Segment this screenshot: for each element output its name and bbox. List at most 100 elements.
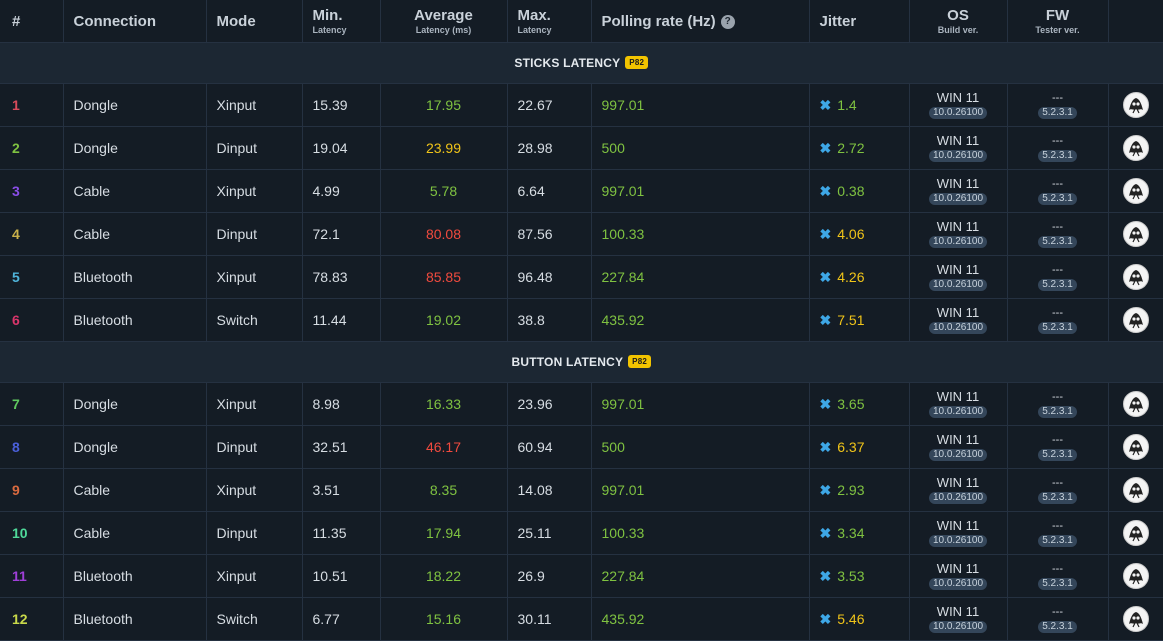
col-header-fw[interactable]: FW Tester ver.	[1007, 0, 1109, 43]
avatar-cell	[1108, 212, 1163, 256]
section-title: STICKS LATENCY	[514, 55, 621, 70]
tester-avatar-icon[interactable]	[1122, 606, 1149, 632]
jitter-value: 7.51	[837, 311, 865, 328]
connection-cell: Cable	[63, 169, 207, 213]
table-row[interactable]: 4 Cable Dinput 72.1 80.08 87.56 100.33 ✖ 4.06 WIN…	[0, 212, 1163, 256]
fw-version-badge: 5.2.3.1	[1038, 448, 1077, 461]
fw-name: ---	[1052, 134, 1063, 147]
table-row[interactable]: 11 Bluetooth Xinput 10.51 18.22 26.9 227.84 ✖ 3.…	[0, 554, 1163, 598]
tester-avatar-icon[interactable]	[1122, 563, 1149, 589]
x-mark-icon: ✖	[819, 481, 832, 498]
fw-name: ---	[1052, 605, 1063, 618]
fw-version-badge: 5.2.3.1	[1038, 106, 1077, 119]
x-mark-icon: ✖	[819, 96, 832, 113]
polling-rate-cell: 997.01	[591, 169, 810, 213]
tester-avatar-icon[interactable]	[1122, 221, 1149, 247]
col-header-mode[interactable]: Mode	[206, 0, 303, 43]
os-cell: WIN 11 10.0.26100	[909, 468, 1008, 512]
tester-avatar-icon[interactable]	[1122, 135, 1149, 161]
col-header-max-label: Max.	[517, 7, 551, 24]
table-row[interactable]: 3 Cable Xinput 4.99 5.78 6.64 997.01 ✖ 0.38 WIN 1…	[0, 169, 1163, 213]
os-cell: WIN 11 10.0.26100	[909, 382, 1008, 426]
tester-avatar-icon[interactable]	[1122, 264, 1149, 290]
col-header-os[interactable]: OS Build ver.	[909, 0, 1008, 43]
jitter-value: 2.93	[837, 481, 865, 498]
os-name: WIN 11	[936, 475, 980, 490]
jitter-cell: ✖ 2.93	[809, 468, 910, 512]
row-number: 7	[0, 382, 64, 426]
mode-cell: Dinput	[206, 511, 303, 555]
tester-avatar-icon[interactable]	[1122, 307, 1149, 333]
row-number: 2	[0, 126, 64, 170]
os-build-badge: 10.0.26100	[928, 492, 988, 504]
tester-avatar-icon[interactable]	[1122, 92, 1149, 118]
fw-name: ---	[1052, 91, 1063, 104]
jitter-cell: ✖ 0.38	[809, 169, 910, 213]
table-row[interactable]: 9 Cable Xinput 3.51 8.35 14.08 997.01 ✖ 2.93 WIN …	[0, 468, 1163, 512]
x-mark-icon: ✖	[819, 311, 832, 328]
min-latency-cell: 4.99	[302, 169, 381, 213]
avatar-cell	[1108, 425, 1163, 469]
fw-cell: --- 5.2.3.1	[1007, 83, 1109, 127]
avg-latency-cell: 85.85	[380, 255, 508, 299]
jitter-cell: ✖ 3.34	[809, 511, 910, 555]
jitter-cell: ✖ 5.46	[809, 597, 910, 641]
mode-cell: Xinput	[206, 169, 303, 213]
col-header-connection[interactable]: Connection	[63, 0, 207, 43]
x-mark-icon: ✖	[819, 395, 832, 412]
jitter-value: 4.26	[837, 268, 865, 285]
polling-rate-cell: 227.84	[591, 554, 810, 598]
fw-version-badge: 5.2.3.1	[1038, 321, 1077, 334]
tester-avatar-icon[interactable]	[1122, 178, 1149, 204]
avatar-cell	[1108, 382, 1163, 426]
table-row[interactable]: 7 Dongle Xinput 8.98 16.33 23.96 997.01 ✖ 3.65 WI…	[0, 382, 1163, 426]
polling-rate-cell: 100.33	[591, 212, 810, 256]
table-row[interactable]: 6 Bluetooth Switch 11.44 19.02 38.8 435.92 ✖ 7.5…	[0, 298, 1163, 342]
col-header-avg-label: Average	[414, 7, 473, 24]
min-latency-cell: 11.35	[302, 511, 381, 555]
avatar-cell	[1108, 169, 1163, 213]
col-header-fw-sub: Tester ver.	[1035, 25, 1080, 35]
tester-avatar-icon[interactable]	[1122, 520, 1149, 546]
col-header-polling[interactable]: Polling rate (Hz)?	[591, 0, 810, 43]
connection-cell: Dongle	[63, 126, 207, 170]
table-row[interactable]: 10 Cable Dinput 11.35 17.94 25.11 100.33 ✖ 3.34 W…	[0, 511, 1163, 555]
avg-latency-cell: 17.94	[380, 511, 508, 555]
table-row[interactable]: 5 Bluetooth Xinput 78.83 85.85 96.48 227.84 ✖ 4.…	[0, 255, 1163, 299]
table-row[interactable]: 1 Dongle Xinput 15.39 17.95 22.67 997.01 ✖ 1.4 WI…	[0, 83, 1163, 127]
col-header-avg[interactable]: Average Latency (ms)	[380, 0, 508, 43]
section-header: STICKS LATENCY P82	[0, 42, 1163, 84]
mode-cell: Switch	[206, 597, 303, 641]
avatar-cell	[1108, 83, 1163, 127]
polling-rate-cell: 227.84	[591, 255, 810, 299]
avatar-cell	[1108, 554, 1163, 598]
mode-cell: Xinput	[206, 255, 303, 299]
tester-avatar-icon[interactable]	[1122, 434, 1149, 460]
avg-latency-cell: 23.99	[380, 126, 508, 170]
section-title-cell: BUTTON LATENCY P82	[0, 341, 1163, 383]
col-header-polling-label: Polling rate (Hz)	[601, 12, 716, 30]
tester-avatar-icon[interactable]	[1122, 477, 1149, 503]
table-row[interactable]: 2 Dongle Dinput 19.04 23.99 28.98 500 ✖ 2.72 WIN …	[0, 126, 1163, 170]
x-mark-icon: ✖	[819, 225, 832, 242]
col-header-jitter[interactable]: Jitter	[809, 0, 910, 43]
os-cell: WIN 11 10.0.26100	[909, 255, 1008, 299]
col-header-num[interactable]: #	[0, 0, 64, 43]
polling-rate-cell: 997.01	[591, 382, 810, 426]
mode-cell: Dinput	[206, 212, 303, 256]
question-circle-icon[interactable]: ?	[720, 14, 735, 29]
col-header-min[interactable]: Min. Latency	[302, 0, 381, 43]
table-row[interactable]: 8 Dongle Dinput 32.51 46.17 60.94 500 ✖ 6.37 WIN …	[0, 425, 1163, 469]
table-row[interactable]: 12 Bluetooth Switch 6.77 15.16 30.11 435.92 ✖ 5.…	[0, 597, 1163, 641]
col-header-max[interactable]: Max. Latency	[507, 0, 592, 43]
connection-cell: Bluetooth	[63, 255, 207, 299]
fw-version-badge: 5.2.3.1	[1038, 620, 1077, 633]
jitter-value: 4.06	[837, 225, 865, 242]
max-latency-cell: 22.67	[507, 83, 592, 127]
tester-avatar-icon[interactable]	[1122, 391, 1149, 417]
x-mark-icon: ✖	[819, 268, 832, 285]
jitter-cell: ✖ 3.53	[809, 554, 910, 598]
jitter-cell: ✖ 3.65	[809, 382, 910, 426]
os-cell: WIN 11 10.0.26100	[909, 298, 1008, 342]
os-cell: WIN 11 10.0.26100	[909, 126, 1008, 170]
